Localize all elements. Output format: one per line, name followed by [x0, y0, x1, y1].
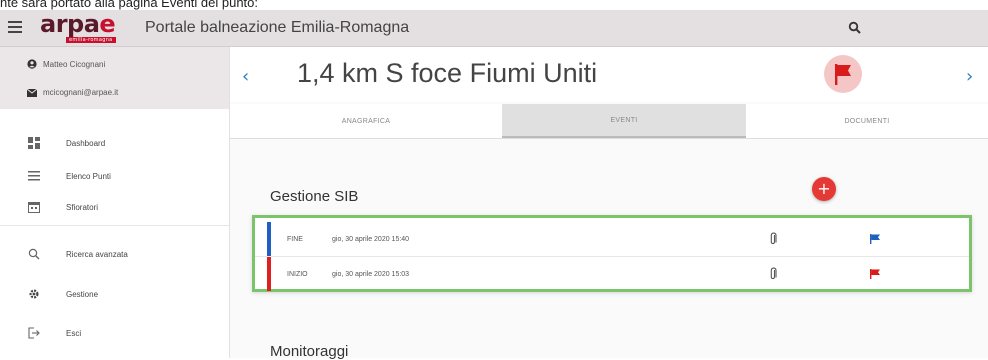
event-type-indicator [267, 222, 271, 256]
red-flag-icon [870, 269, 880, 279]
sidebar-item-label: Esci [66, 328, 82, 338]
sidebar-item-label: Elenco Punti [66, 171, 111, 181]
monitoraggi-title: Monitoraggi [270, 343, 349, 360]
sidebar-item-dashboard[interactable]: Dashboard [0, 128, 229, 158]
event-date: gio, 30 aprile 2020 15:03 [332, 270, 410, 278]
sidebar-item-esci[interactable]: Esci [0, 318, 229, 348]
logout-icon [28, 327, 40, 339]
sidebar-item-label: Ricerca avanzata [66, 249, 128, 259]
add-event-button[interactable]: + [812, 177, 836, 201]
sidebar-item-sfioratori[interactable]: Sfioratori [0, 192, 229, 222]
main-content: ‹ 1,4 km S foce Fiumi Uniti › ANAGRAFICA… [230, 47, 988, 360]
user-block: Matteo Cicognani mcicognani@arpae.it [0, 47, 229, 109]
sidebar: Matteo Cicognani mcicognani@arpae.it Das… [0, 47, 230, 358]
portal-title: Portale balneazione Emilia-Romagna [145, 19, 410, 36]
user-email-row: mcicognani@arpae.it [27, 88, 118, 97]
dashboard-icon [28, 137, 40, 149]
sidebar-item-gestione[interactable]: Gestione [0, 279, 229, 309]
next-point-button[interactable]: › [966, 66, 973, 87]
search-icon[interactable] [848, 21, 862, 35]
blue-flag-icon [870, 234, 880, 244]
tab-documenti[interactable]: DOCUMENTI [746, 104, 988, 138]
search-icon [28, 248, 40, 260]
sidebar-item-label: Dashboard [66, 138, 106, 148]
tab-bar: ANAGRAFICA EVENTI DOCUMENTI [230, 104, 988, 139]
document-caption: nte sarà portato alla pagina Eventi del … [0, 0, 259, 10]
point-title: 1,4 km S foce Fiumi Uniti [297, 58, 598, 88]
red-flag-icon [835, 64, 851, 85]
sidebar-item-ricerca-avanzata[interactable]: Ricerca avanzata [0, 239, 229, 269]
user-email: mcicognani@arpae.it [43, 88, 119, 97]
top-bar: arpae emilia-romagna Portale balneazione… [0, 10, 988, 47]
user-name-row: Matteo Cicognani [27, 59, 105, 69]
sidebar-item-elenco-punti[interactable]: Elenco Punti [0, 161, 229, 191]
calendar-icon [28, 201, 40, 213]
tab-anagrafica[interactable]: ANAGRAFICA [230, 104, 502, 138]
sidebar-item-label: Gestione [66, 289, 99, 299]
sidebar-item-label: Sfioratori [66, 202, 99, 212]
attachment-icon[interactable] [769, 267, 777, 281]
user-name: Matteo Cicognani [43, 59, 106, 69]
user-icon [27, 59, 37, 69]
point-header: ‹ 1,4 km S foce Fiumi Uniti › [230, 47, 988, 102]
event-type: FINE [287, 235, 303, 243]
event-type-indicator [267, 257, 271, 291]
point-status-badge [824, 55, 862, 93]
menu-icon[interactable] [8, 21, 22, 36]
attachment-icon[interactable] [769, 232, 777, 246]
tab-eventi[interactable]: EVENTI [502, 104, 746, 138]
section-title: Gestione SIB [270, 188, 359, 205]
events-list: FINE gio, 30 aprile 2020 15:40 INIZIO gi… [252, 215, 972, 292]
mail-icon [27, 88, 37, 97]
sidebar-divider [0, 225, 229, 226]
event-row[interactable]: INIZIO gio, 30 aprile 2020 15:03 [255, 257, 969, 291]
gear-icon [28, 288, 40, 300]
event-date: gio, 30 aprile 2020 15:40 [332, 235, 410, 243]
list-icon [28, 170, 40, 182]
event-row[interactable]: FINE gio, 30 aprile 2020 15:40 [255, 222, 969, 257]
prev-point-button[interactable]: ‹ [242, 66, 249, 87]
arpae-logo: arpae [40, 10, 116, 38]
event-type: INIZIO [287, 270, 308, 278]
logo-tagline: emilia-romagna [66, 37, 116, 43]
